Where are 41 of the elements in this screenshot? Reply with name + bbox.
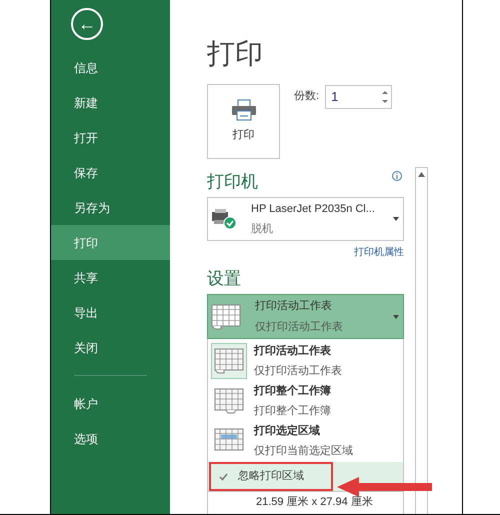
- menu-option[interactable]: 打印选定区域 仅打印当前选定区域: [208, 421, 403, 461]
- back-button[interactable]: ←: [71, 8, 103, 40]
- scroll-up-icon: [418, 172, 425, 177]
- info-icon: [392, 171, 402, 181]
- sidebar-item[interactable]: 关闭: [51, 330, 170, 365]
- sidebar-item[interactable]: 新建: [51, 85, 170, 120]
- scrollbar[interactable]: [415, 167, 428, 514]
- spin-arrows-icon: [382, 90, 388, 104]
- printer-dropdown[interactable]: HP LaserJet P2035n Cl... 脱机: [207, 197, 404, 241]
- page-title: 打印: [207, 37, 264, 71]
- menu-option[interactable]: 打印活动工作表 仅打印活动工作表: [208, 341, 403, 381]
- sidebar-item[interactable]: 另存为: [51, 190, 170, 225]
- spreadsheet-icon: [214, 348, 244, 374]
- caret-icon: [393, 314, 399, 318]
- printer-name: HP LaserJet P2035n Cl...: [251, 202, 376, 217]
- dropdown-title: 打印活动工作表: [255, 299, 333, 314]
- sidebar-item[interactable]: 保存: [51, 155, 170, 190]
- print-scope-dropdown[interactable]: 打印活动工作表 仅打印活动工作表: [207, 294, 404, 339]
- sidebar-item[interactable]: 帐户: [51, 386, 170, 421]
- printer-heading: 打印机: [207, 171, 258, 193]
- copies-label: 份数:: [294, 89, 320, 104]
- sidebar-item[interactable]: 打印: [51, 225, 170, 260]
- printer-ready-icon: [211, 208, 237, 230]
- settings-heading: 设置: [207, 268, 242, 290]
- menu-option[interactable]: 打印整个工作簿 打印整个工作簿: [208, 381, 403, 421]
- sidebar-item[interactable]: 共享: [51, 260, 170, 295]
- sidebar-item[interactable]: 选项: [51, 421, 170, 456]
- printer-properties-link[interactable]: 打印机属性: [354, 245, 404, 260]
- caret-icon: [393, 217, 399, 221]
- check-icon: [219, 472, 228, 480]
- printer-icon: [230, 99, 256, 122]
- print-button[interactable]: 打印: [207, 84, 280, 159]
- sidebar-item[interactable]: 信息: [51, 50, 170, 85]
- sidebar-item[interactable]: 导出: [51, 295, 170, 330]
- dropdown-subtitle: 仅打印活动工作表: [255, 320, 344, 334]
- sidebar-item[interactable]: 打开: [51, 120, 170, 155]
- spreadsheet-icon: [214, 388, 244, 414]
- spreadsheet-icon: [211, 304, 241, 330]
- copies-field[interactable]: 1: [325, 85, 392, 109]
- ignore-print-area-option[interactable]: 忽略打印区域: [209, 462, 333, 491]
- printer-status: 脱机: [251, 222, 274, 236]
